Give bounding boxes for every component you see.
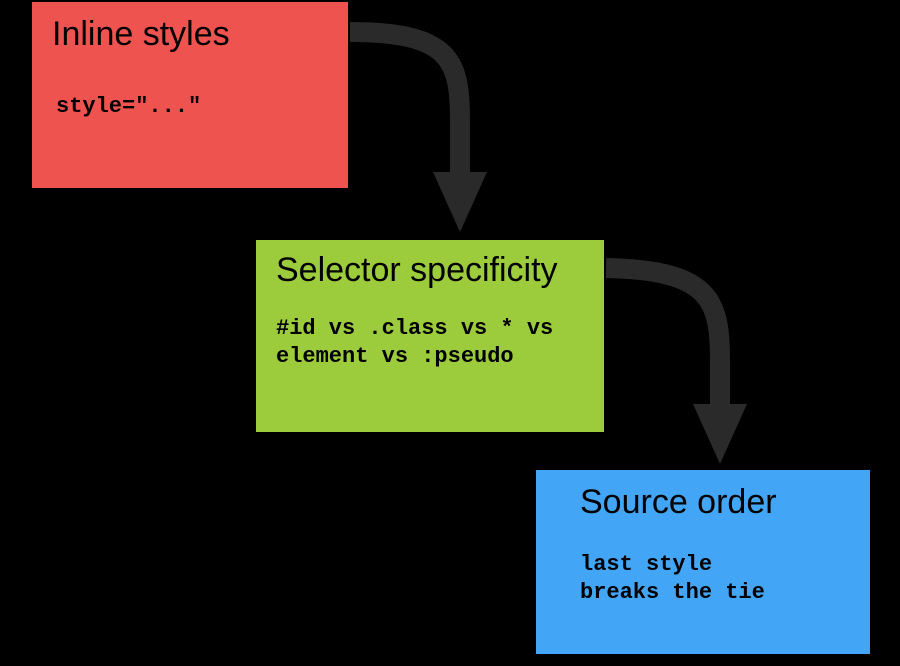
box-code: last style breaks the tie: [556, 551, 850, 606]
box-title: Source order: [556, 484, 850, 521]
box-source-order: Source order last style breaks the tie: [534, 468, 872, 656]
diagram-stage: Inline styles style="..." Selector speci…: [0, 0, 900, 666]
